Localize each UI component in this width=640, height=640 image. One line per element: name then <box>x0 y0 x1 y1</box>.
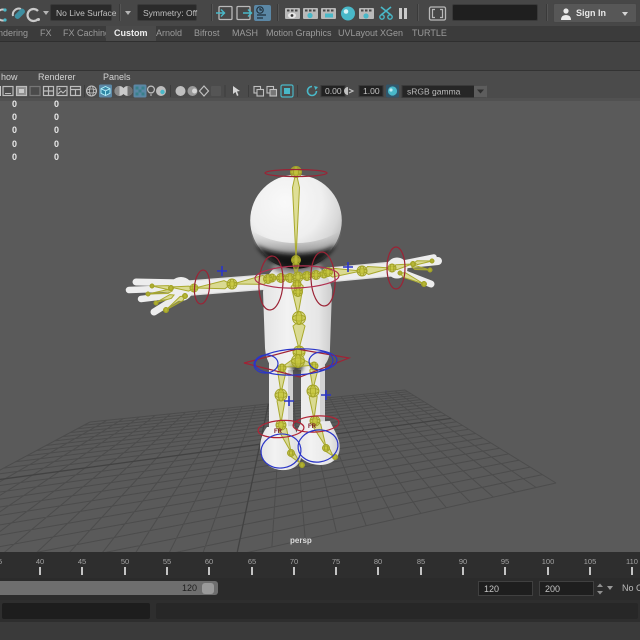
svg-text:0: 0 <box>54 152 59 162</box>
svg-text:0: 0 <box>12 112 17 122</box>
svg-text:0: 0 <box>12 125 17 135</box>
svg-text:0.00: 0.00 <box>325 86 342 96</box>
svg-text:0: 0 <box>54 139 59 149</box>
svg-text:1.00: 1.00 <box>363 86 380 96</box>
svg-text:0: 0 <box>54 99 59 109</box>
svg-text:0: 0 <box>12 99 17 109</box>
svg-text:0: 0 <box>54 112 59 122</box>
svg-text:0: 0 <box>12 152 17 162</box>
svg-text:FR: FR <box>308 424 317 430</box>
svg-text:0: 0 <box>54 125 59 135</box>
svg-text:sRGB gamma: sRGB gamma <box>407 87 461 97</box>
svg-text:0: 0 <box>12 139 17 149</box>
